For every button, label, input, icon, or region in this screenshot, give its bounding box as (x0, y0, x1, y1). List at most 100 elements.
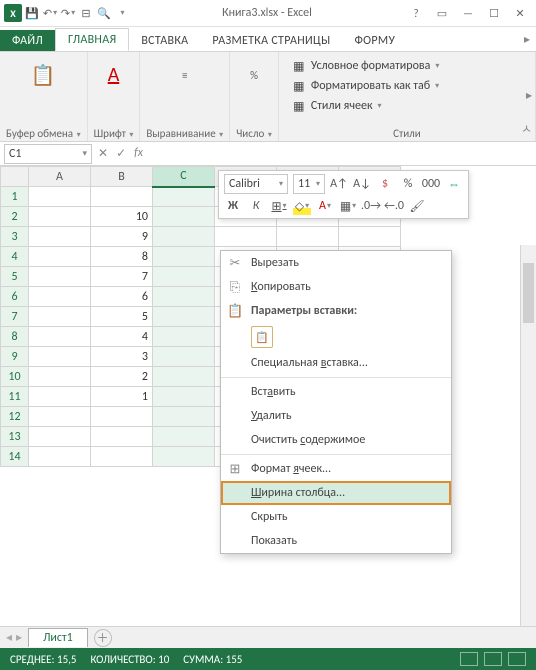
save-icon[interactable]: 💾 (24, 5, 40, 21)
number-icon[interactable]: % (238, 59, 270, 91)
cell-B10[interactable]: 2 (91, 367, 153, 387)
format-painter-icon[interactable]: 🖌 (408, 197, 426, 215)
name-box[interactable]: C1▾ (4, 144, 92, 164)
mini-font-size[interactable]: 11▾ (293, 174, 325, 194)
cell-A5[interactable] (29, 267, 91, 287)
vertical-scrollbar[interactable] (520, 245, 536, 626)
minimize-icon[interactable]: — (456, 5, 480, 21)
collapse-ribbon-icon[interactable]: ㅅ (521, 120, 532, 137)
increase-font-icon[interactable]: A↑ (330, 175, 348, 193)
row-header-8[interactable]: 8 (1, 327, 29, 347)
redo-icon[interactable]: ↷▾ (60, 5, 76, 21)
fill-color-icon[interactable]: ◇▾ (293, 197, 311, 215)
row-header-14[interactable]: 14 (1, 447, 29, 467)
borders-icon[interactable]: ⊞▾ (270, 197, 288, 215)
cell-C9[interactable] (153, 347, 215, 367)
view-page-layout-icon[interactable] (484, 652, 502, 666)
row-header-9[interactable]: 9 (1, 347, 29, 367)
border2-icon[interactable]: ▦▾ (339, 197, 357, 215)
row-header-3[interactable]: 3 (1, 227, 29, 247)
cell-C14[interactable] (153, 447, 215, 467)
accounting-format-icon[interactable]: $ (376, 175, 394, 193)
cell-A12[interactable] (29, 407, 91, 427)
cell-A6[interactable] (29, 287, 91, 307)
format-as-table[interactable]: ▦Форматировать как таб▾ (289, 77, 442, 95)
select-all-corner[interactable] (1, 167, 29, 187)
row-header-1[interactable]: 1 (1, 187, 29, 207)
cell-C8[interactable] (153, 327, 215, 347)
ribbon-display-icon[interactable]: ▭ (430, 5, 454, 21)
cell-C12[interactable] (153, 407, 215, 427)
row-header-7[interactable]: 7 (1, 307, 29, 327)
cell-C3[interactable] (153, 227, 215, 247)
ctx-show[interactable]: Показать (221, 529, 451, 553)
cell-B11[interactable]: 1 (91, 387, 153, 407)
tab-insert[interactable]: ВСТАВКА (129, 30, 200, 51)
decrease-decimal-icon[interactable]: ←.0 (385, 197, 403, 215)
ctx-delete[interactable]: Удалить (221, 404, 451, 428)
sheet-prev-icon[interactable]: ◂ (6, 630, 12, 645)
decrease-font-icon[interactable]: A↓ (353, 175, 371, 193)
cell-A11[interactable] (29, 387, 91, 407)
cell-A10[interactable] (29, 367, 91, 387)
cell-C11[interactable] (153, 387, 215, 407)
cell-B6[interactable]: 6 (91, 287, 153, 307)
cell-styles[interactable]: ▦Стили ячеек▾ (289, 97, 442, 115)
cell-A13[interactable] (29, 427, 91, 447)
cell-C2[interactable] (153, 207, 215, 227)
ctx-cut[interactable]: ✂Вырезать (221, 251, 451, 275)
cell-B3[interactable]: 9 (91, 227, 153, 247)
comma-format-icon[interactable]: 000 (422, 175, 440, 193)
sheet-tab-active[interactable]: Лист1 (28, 628, 88, 647)
alignment-icon[interactable]: ≡ (169, 59, 201, 91)
cell-B7[interactable]: 5 (91, 307, 153, 327)
cell-B2[interactable]: 10 (91, 207, 153, 227)
cell-E3[interactable] (277, 227, 339, 247)
row-header-11[interactable]: 11 (1, 387, 29, 407)
row-header-6[interactable]: 6 (1, 287, 29, 307)
close-icon[interactable]: ✕ (508, 5, 532, 21)
col-header-A[interactable]: A (29, 167, 91, 187)
paste-icon[interactable]: 📋 (27, 59, 59, 91)
font-group-icon[interactable]: А (97, 59, 129, 91)
ctx-format-cells[interactable]: ⊞Формат ячеек... (221, 457, 451, 481)
conditional-formatting[interactable]: ▦Условное форматирова▾ (289, 57, 442, 75)
ctx-clear-contents[interactable]: Очистить содержимое (221, 428, 451, 452)
cell-C4[interactable] (153, 247, 215, 267)
cell-B12[interactable] (91, 407, 153, 427)
font-color-icon[interactable]: А▾ (316, 197, 334, 215)
qat-customize-icon[interactable]: ▾ (114, 5, 130, 21)
ctx-paste-special[interactable]: Специальная вставка... (221, 351, 451, 375)
col-header-C[interactable]: C (153, 167, 215, 187)
cell-B14[interactable] (91, 447, 153, 467)
cell-A3[interactable] (29, 227, 91, 247)
view-normal-icon[interactable] (460, 652, 478, 666)
cell-F3[interactable] (339, 227, 401, 247)
ctx-paste-default[interactable]: 📋 (221, 323, 451, 351)
print-preview-icon[interactable]: 🔍 (96, 5, 112, 21)
bold-icon[interactable]: Ж (224, 197, 242, 215)
cell-C6[interactable] (153, 287, 215, 307)
row-header-12[interactable]: 12 (1, 407, 29, 427)
cell-C10[interactable] (153, 367, 215, 387)
cell-C5[interactable] (153, 267, 215, 287)
ctx-column-width[interactable]: Ширина столбца... (221, 481, 451, 505)
cell-A4[interactable] (29, 247, 91, 267)
italic-icon[interactable]: К (247, 197, 265, 215)
touch-mode-icon[interactable]: ⊟ (78, 5, 94, 21)
insert-function-icon[interactable]: fx (134, 146, 143, 161)
maximize-icon[interactable]: ☐ (482, 5, 506, 21)
tab-file[interactable]: ФАЙЛ (0, 30, 55, 51)
cell-B1[interactable] (91, 187, 153, 207)
tab-home[interactable]: ГЛАВНАЯ (55, 28, 129, 51)
cell-B5[interactable]: 7 (91, 267, 153, 287)
cell-C13[interactable] (153, 427, 215, 447)
help-icon[interactable]: ? (404, 5, 428, 21)
tab-page-layout[interactable]: РАЗМЕТКА СТРАНИЦЫ (200, 30, 342, 51)
cancel-entry-icon[interactable]: ✕ (98, 146, 108, 161)
cell-A9[interactable] (29, 347, 91, 367)
row-header-13[interactable]: 13 (1, 427, 29, 447)
cell-A14[interactable] (29, 447, 91, 467)
ctx-copy[interactable]: ⎘Копировать (221, 275, 451, 299)
row-header-10[interactable]: 10 (1, 367, 29, 387)
